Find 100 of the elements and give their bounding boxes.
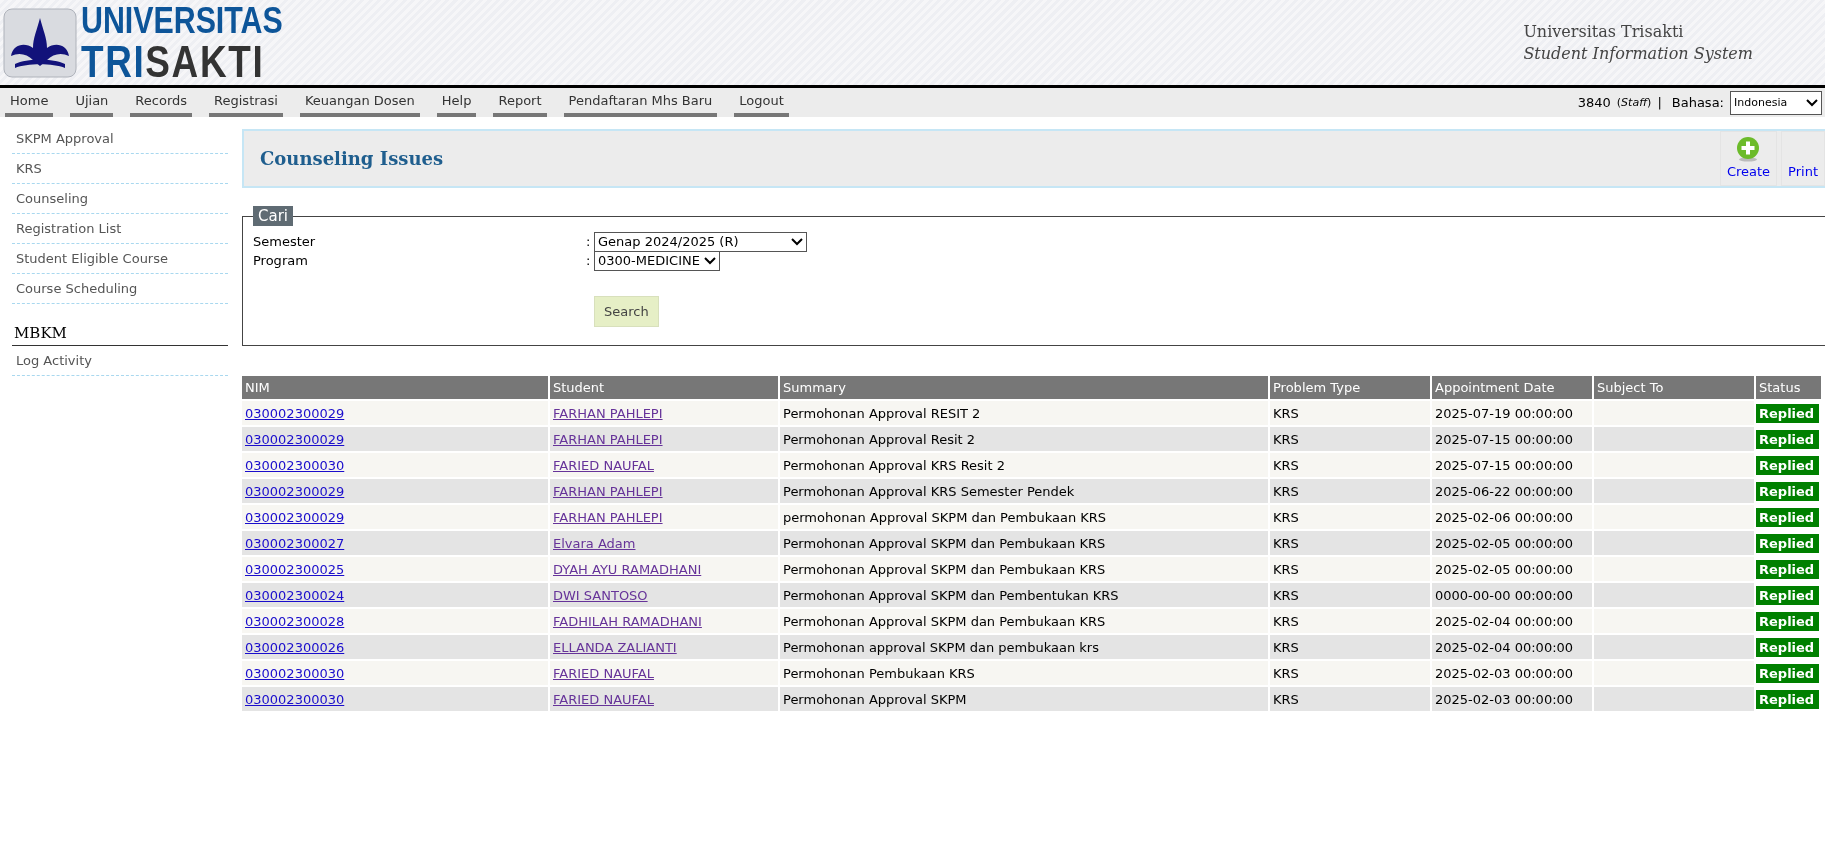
colon-text: :	[586, 234, 592, 249]
nim-link[interactable]: 030002300030	[245, 457, 345, 473]
table-cell: Permohonan Approval RESIT 2	[780, 401, 1268, 425]
table-cell: 2025-07-15 00:00:00	[1432, 427, 1592, 451]
column-header: Subject To	[1594, 376, 1754, 399]
status-badge: Replied	[1756, 507, 1819, 527]
status-badge: Replied	[1756, 585, 1819, 605]
table-cell: 2025-02-04 00:00:00	[1432, 609, 1592, 633]
table-cell: KRS	[1270, 401, 1430, 425]
student-link[interactable]: FARHAN PAHLEPI	[553, 431, 663, 447]
nav-item[interactable]: Home	[5, 88, 54, 117]
table-cell: Permohonan Approval SKPM dan Pembukaan KRS	[780, 609, 1268, 633]
nim-link[interactable]: 030002300030	[245, 665, 345, 681]
table-cell: Permohonan Approval KRS Resit 2	[780, 453, 1268, 477]
nav-item[interactable]: Report	[493, 88, 547, 117]
nim-link[interactable]: 030002300025	[245, 561, 345, 577]
student-link[interactable]: FARHAN PAHLEPI	[553, 405, 663, 421]
table-cell: permohonan Approval SKPM dan Pembukaan KRS	[780, 505, 1268, 529]
column-header: NIM	[242, 376, 548, 399]
sidebar-item[interactable]: Counseling	[12, 184, 228, 214]
site-name: Universitas Trisakti	[1523, 20, 1685, 43]
dropdown-field[interactable]: 0300-MEDICINE	[594, 250, 720, 271]
student-link[interactable]: Elvara Adam	[553, 535, 636, 551]
column-header: Summary	[780, 376, 1268, 399]
table-cell: Permohonan Approval SKPM dan Pembentukan KRS	[780, 583, 1268, 607]
colon-text: :	[586, 253, 592, 268]
status-badge: Replied	[1756, 689, 1819, 709]
table-cell: KRS	[1270, 531, 1430, 555]
table-cell: 2025-02-05 00:00:00	[1432, 557, 1592, 581]
table-cell: KRS	[1270, 453, 1430, 477]
status-badge: Replied	[1756, 637, 1819, 657]
sidebar-item[interactable]: Student Eligible Course	[12, 244, 228, 274]
table-cell: Permohonan Approval SKPM dan Pembukaan KRS	[780, 531, 1268, 555]
table-cell: Permohonan approval SKPM dan pembukaan krs	[780, 635, 1268, 659]
student-link[interactable]: FARIED NAUFAL	[553, 457, 654, 473]
field-label: Semester	[253, 234, 317, 249]
nim-link[interactable]: 030002300029	[245, 509, 345, 525]
plus-icon	[1736, 136, 1761, 162]
nav-item[interactable]: Help	[436, 88, 477, 117]
nav-item[interactable]: Logout	[734, 88, 789, 117]
student-link[interactable]: DWI SANTOSO	[553, 587, 648, 603]
sidebar-item[interactable]: Registration List	[12, 214, 228, 244]
nim-link[interactable]: 030002300026	[245, 639, 345, 655]
nim-link[interactable]: 030002300029	[245, 483, 345, 499]
table-cell: Permohonan Approval Resit 2	[780, 427, 1268, 451]
student-link[interactable]: ELLANDA ZALIANTI	[553, 639, 677, 655]
table-cell: 2025-07-19 00:00:00	[1432, 401, 1592, 425]
table-cell: Permohonan Pembukaan KRS	[780, 661, 1268, 685]
field-label: Program	[253, 253, 309, 268]
student-link[interactable]: FADHILAH RAMADHANI	[553, 613, 702, 629]
nim-link[interactable]: 030002300030	[245, 691, 345, 707]
sidebar-item[interactable]: KRS	[12, 154, 228, 184]
chevron-down-icon	[1806, 98, 1818, 107]
search-button[interactable]: Search	[594, 296, 659, 327]
status-badge: Replied	[1756, 559, 1819, 579]
sidebar-item[interactable]: Log Activity	[12, 346, 228, 376]
nav-item[interactable]: Registrasi	[209, 88, 283, 117]
table-cell: KRS	[1270, 635, 1430, 659]
nim-link[interactable]: 030002300027	[245, 535, 345, 551]
language-select[interactable]: Indonesia	[1730, 90, 1822, 115]
student-link[interactable]: FARHAN PAHLEPI	[553, 509, 663, 525]
table-cell: KRS	[1270, 479, 1430, 503]
table-cell: KRS	[1270, 687, 1430, 711]
nav-item[interactable]: Ujian	[70, 88, 114, 117]
site-subtitle: Student Information System	[1523, 42, 1753, 65]
user-id: 3840	[1577, 95, 1611, 110]
table-cell: KRS	[1270, 609, 1430, 633]
table-cell: 0000-00-00 00:00:00	[1432, 583, 1592, 607]
sidebar-section-title: MBKM	[12, 304, 228, 346]
student-link[interactable]: DYAH AYU RAMADHANI	[553, 561, 702, 577]
print-button[interactable]: Print	[1781, 131, 1825, 186]
column-header: Problem Type	[1270, 376, 1430, 399]
student-link[interactable]: FARIED NAUFAL	[553, 691, 654, 707]
column-header: Student	[550, 376, 778, 399]
panel-legend: Cari	[253, 206, 293, 226]
table-cell: 2025-02-03 00:00:00	[1432, 687, 1592, 711]
table-cell: 2025-02-03 00:00:00	[1432, 661, 1592, 685]
student-link[interactable]: FARHAN PAHLEPI	[553, 483, 663, 499]
table-cell: 2025-02-04 00:00:00	[1432, 635, 1592, 659]
nim-link[interactable]: 030002300024	[245, 587, 345, 603]
nav-item[interactable]: Pendaftaran Mhs Baru	[563, 88, 718, 117]
status-badge: Replied	[1756, 403, 1819, 423]
student-link[interactable]: FARIED NAUFAL	[553, 665, 654, 681]
nim-link[interactable]: 030002300029	[245, 431, 345, 447]
nim-link[interactable]: 030002300029	[245, 405, 345, 421]
sidebar-item[interactable]: SKPM Approval	[12, 124, 228, 154]
logo-wordmark-name: TRISAKTI	[81, 38, 266, 84]
table-cell: KRS	[1270, 583, 1430, 607]
nav-item[interactable]: Records	[130, 88, 193, 117]
table-cell: 2025-02-06 00:00:00	[1432, 505, 1592, 529]
nav-item[interactable]: Keuangan Dosen	[299, 88, 420, 117]
table-cell: KRS	[1270, 557, 1430, 581]
dropdown-field[interactable]: Genap 2024/2025 (R)	[594, 231, 807, 252]
status-badge: Replied	[1756, 455, 1819, 475]
sidebar-item[interactable]: Course Scheduling	[12, 274, 228, 304]
separator-text: |	[1657, 95, 1662, 110]
status-badge: Replied	[1756, 481, 1819, 501]
nim-link[interactable]: 030002300028	[245, 613, 345, 629]
language-label: Bahasa:	[1671, 95, 1724, 110]
create-button[interactable]: Create	[1719, 131, 1778, 186]
